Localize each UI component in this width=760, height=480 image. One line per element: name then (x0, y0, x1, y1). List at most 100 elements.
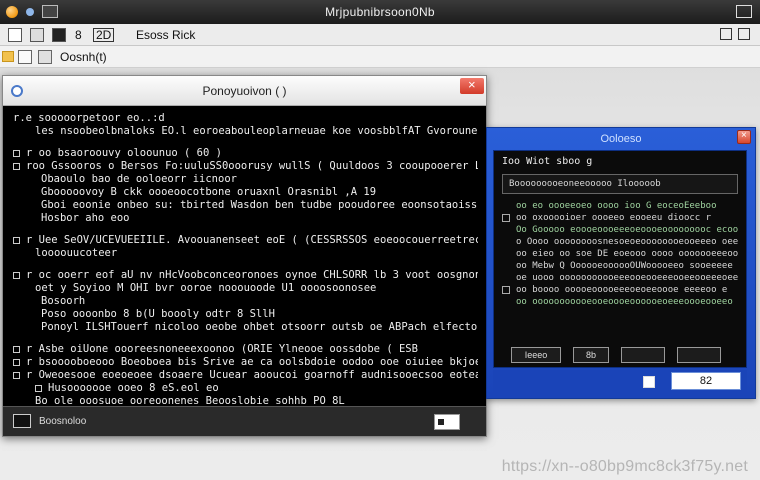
side-list-item[interactable]: oo ooooooooooeooeoooeoooooeoeeeoooeooeeo (502, 296, 738, 308)
terminal-line-text: loooouucoteer (35, 247, 118, 259)
status-icon (13, 414, 31, 428)
terminal-line-text: les nsoobeolbnaloks EO.l eoroeabouleopla… (35, 125, 478, 137)
terminal-line-text: r Oweoesooe eoeoeoee dsoaere Ucuear aoou… (26, 369, 478, 381)
side-window-selected-row[interactable]: Booooooooeoneeooooo Ilooooob (502, 174, 738, 194)
terminal-output[interactable]: r.e sooooorpetoor eo..:d les nsoobeolbnal… (3, 106, 486, 407)
maximize-icon[interactable] (738, 28, 750, 40)
status-toggle-icon[interactable] (434, 414, 460, 430)
side-list-item-text: o Oooo oooooooosnesoeoeoooooooeooeeeo oe… (516, 237, 738, 247)
main-window-title: Ponoyuoivon ( ) (202, 84, 287, 98)
terminal-line-text: r Uee SeOV/UCEVUEEIILE. Avoouanenseet eo… (26, 234, 478, 246)
toolbar2-file-icon[interactable] (38, 50, 52, 64)
terminal-line-text: Bosoorh (41, 295, 86, 307)
toolbar-label-c[interactable]: Esoss Rick (136, 28, 195, 42)
status-text: Boosnoloo (39, 416, 87, 427)
side-list-item-text: oo Mebw Q OooooeoooooOUWooooeeo sooeeeee (516, 261, 733, 271)
terminal-line-text: r.e sooooorpetoor eo..:d (13, 112, 165, 124)
toolbar2-label[interactable]: Oosnh(t) (60, 50, 107, 64)
terminal-line: les nsoobeolbnaloks EO.l eoroeabouleopla… (13, 125, 478, 138)
toolbar-forward-icon[interactable] (30, 28, 44, 42)
terminal-line: r oo bsaoroouvy oloounuo ( 60 ) (13, 147, 478, 160)
side-close-icon[interactable] (737, 130, 751, 144)
side-list-item[interactable]: oo Mebw Q OooooeoooooOUWooooeeo sooeeeee (502, 260, 738, 272)
main-window-statusbar: Boosnoloo (3, 406, 486, 436)
checkbox-icon[interactable] (13, 272, 20, 279)
terminal-line: Poso oooonbo 8 b(U boooly odtr 8 SllH (13, 308, 478, 321)
toolbar2-box-icon[interactable] (18, 50, 32, 64)
terminal-line: oet y Soyioo M OHI bvr ooroe nooouoode U… (13, 282, 478, 295)
terminal-line-text: oet y Soyioo M OHI bvr ooroe nooouoode U… (35, 282, 377, 294)
window-control-icon[interactable] (736, 5, 752, 18)
side-list-item[interactable]: oo oxooooioer oooeeo eooeeu dioocc r (502, 212, 738, 224)
terminal-line: Hosbor aho eoo (13, 212, 478, 225)
checkbox-icon[interactable] (13, 163, 20, 170)
checkbox-icon[interactable] (35, 385, 42, 392)
side-button-1[interactable]: Ieeeo (511, 347, 561, 363)
checkbox-icon[interactable] (502, 286, 510, 294)
terminal-line: r Oweoesooe eoeoeoee dsoaere Ucuear aoou… (13, 369, 478, 382)
terminal-line-text: roo Gssooros o Bersos Fo:uuluSS0ooorusy … (26, 160, 478, 172)
side-list-item[interactable]: oe uooo ooooooooooeeeooeooeeeooeeooeeeoe… (502, 272, 738, 284)
toolbar-back-icon[interactable] (8, 28, 22, 42)
side-list-item[interactable]: o Oooo oooooooosnesoeoeoooooooeooeeeo oe… (502, 236, 738, 248)
side-list-item-text: Oo Gooooo eoooeoooeeeoeoooeooooooooc eco… (516, 225, 738, 235)
footer-value-field[interactable]: 82 (671, 372, 741, 390)
terminal-line-text: r bsooooboeooo Boeoboea bis Srive ae ca … (26, 356, 478, 368)
checkbox-icon[interactable] (13, 150, 20, 157)
side-window-title: Ooloeso (600, 133, 642, 145)
footer-icon[interactable] (643, 376, 655, 388)
side-window-body: Ioo Wiot sboo g Booooooooeoneeooooo Iloo… (493, 150, 747, 368)
side-button-4[interactable] (677, 347, 721, 363)
window-title: Mrjpubnibrsoon0Nb (325, 5, 435, 19)
side-list-item-text: oo eo oooeeoeo oooo ioo G eoceoEeeboo (516, 201, 717, 211)
toolbar-screen-icon[interactable] (52, 28, 66, 42)
minimize-icon[interactable] (720, 28, 732, 40)
terminal-line: Obaoulo bao de ooloeorr iicnoor (13, 173, 478, 186)
terminal-line: Bosoorh (13, 295, 478, 308)
side-window-header: Ioo Wiot sboo g (502, 156, 593, 167)
side-list-item[interactable]: oo eo oooeeoeo oooo ioo G eoceoEeeboo (502, 200, 738, 212)
side-list-item-text: oo boooo ooooeooooeeeoeoeeoooe eeeeoo e (516, 285, 728, 295)
terminal-line: Gbooooovoy B ckk oooeoocotbone oruaxnl O… (13, 186, 478, 199)
terminal-line-text: Poso oooonbo 8 b(U boooly odtr 8 SllH (41, 308, 275, 320)
side-list-item[interactable]: oo boooo ooooeooooeeeoeoeeoooe eeeeoo e (502, 284, 738, 296)
checkbox-icon[interactable] (502, 214, 510, 222)
toolbar-label-a: 8 (75, 28, 82, 42)
terminal-line-text: Obaoulo bao de ooloeorr iicnoor (41, 173, 237, 185)
terminal-line-text: Gbooooovoy B ckk oooeoocotbone oruaxnl O… (41, 186, 377, 198)
main-window-titlebar[interactable]: Ponoyuoivon ( ) (3, 76, 486, 106)
terminal-line-text: Hosbor aho eoo (41, 212, 130, 224)
main-terminal-window[interactable]: Ponoyuoivon ( ) r.e sooooorpetoor eo..:d… (2, 75, 487, 437)
side-list-item-text: oo eieo oo soe DE eoeooo oooo ooooooeeeo… (516, 249, 738, 259)
side-list-item-text: oo ooooooooooeooeoooeoooooeoeeeoooeooeeo (516, 297, 733, 307)
secondary-toolbar: Oosnh(t) (0, 46, 760, 68)
folder-icon[interactable] (2, 51, 14, 62)
terminal-line: r bsooooboeooo Boeoboea bis Srive ae ca … (13, 356, 478, 369)
checkbox-icon[interactable] (13, 372, 20, 379)
side-window-titlebar[interactable]: Ooloeso (487, 128, 755, 150)
checkbox-icon[interactable] (13, 359, 20, 366)
side-window-selected-text: Booooooooeoneeooooo Ilooooob (509, 179, 661, 189)
side-dialog-window[interactable]: Ooloeso Ioo Wiot sboo g Booooooooeoneeoo… (486, 127, 756, 399)
terminal-line: roo Gssooros o Bersos Fo:uuluSS0ooorusy … (13, 160, 478, 173)
side-window-buttons: Ieeeo 8b (493, 344, 747, 366)
side-list-item-text: oo oxooooioer oooeeo eooeeu dioocc r (516, 213, 712, 223)
terminal-line: r oc ooerr eof aU nv nHcVoobconceoronoes… (13, 269, 478, 282)
terminal-line-text: r oo bsaoroouvy oloounuo ( 60 ) (26, 147, 222, 159)
checkbox-icon[interactable] (13, 346, 20, 353)
terminal-line-text: Gboi eoonie onbeo su: tbirted Wasdon ben… (41, 199, 478, 211)
side-button-3[interactable] (621, 347, 665, 363)
toolbar-label-b[interactable]: 2D (93, 28, 115, 42)
terminal-line: loooouucoteer (13, 247, 478, 260)
terminal-line-text: r Asbe oiUone oooreesnoneeexoonoo (ORIE … (26, 343, 418, 355)
watermark-text: https://xn--o80bp9mc8ck3f75y.net (501, 458, 748, 475)
terminal-line: Gboi eoonie onbeo su: tbirted Wasdon ben… (13, 199, 478, 212)
terminal-line: r Asbe oiUone oooreesnoneeexoonoo (ORIE … (13, 343, 478, 356)
close-icon[interactable] (460, 77, 484, 94)
terminal-line-text: Husooooooe ooeo 8 eS.eol eo (48, 382, 219, 394)
side-list-item[interactable]: Oo Gooooo eoooeoooeeeoeoooeooooooooc eco… (502, 224, 738, 236)
checkbox-icon[interactable] (13, 237, 20, 244)
side-button-2[interactable]: 8b (573, 347, 609, 363)
terminal-line: r.e sooooorpetoor eo..:d (13, 112, 478, 125)
side-list-item[interactable]: oo eieo oo soe DE eoeooo oooo ooooooeeeo… (502, 248, 738, 260)
